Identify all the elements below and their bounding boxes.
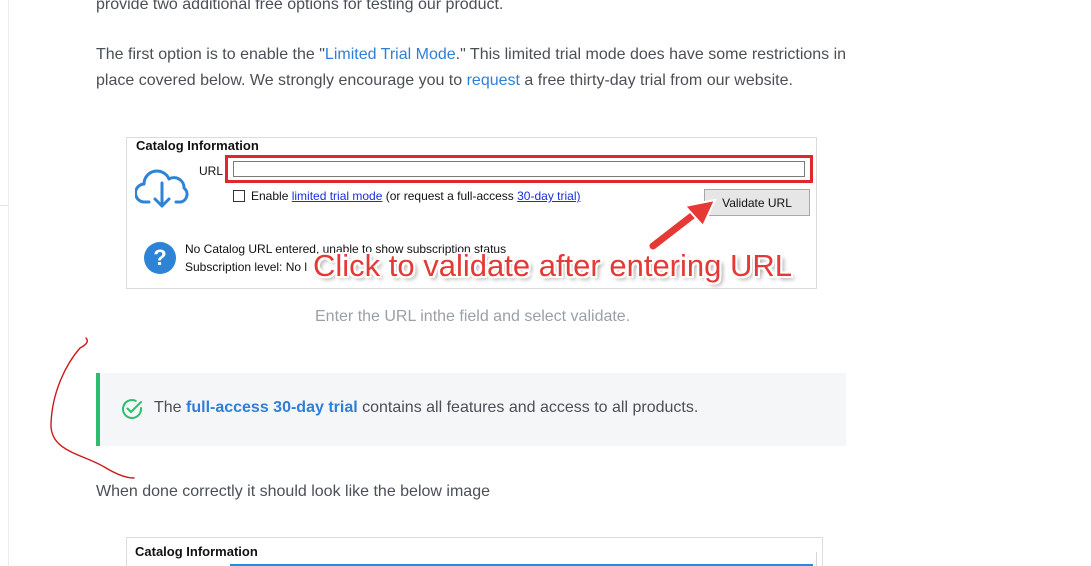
option-text-3: a free thirty-day trial from our website… <box>519 72 793 89</box>
validate-callout: Click to validate after entering URL <box>313 248 793 283</box>
status-line-2: Subscription level: No l <box>185 260 308 274</box>
url-label: URL <box>199 164 224 178</box>
catalog-info-screenshot-2: Catalog Information <box>126 537 823 566</box>
question-icon: ? <box>144 242 176 274</box>
check-circle-icon <box>122 399 142 419</box>
enable-prefix: Enable <box>251 189 292 203</box>
thirty-day-trial-inline-link[interactable]: 30-day trial) <box>517 189 580 203</box>
cloud-download-icon <box>135 169 189 208</box>
done-text: When done correctly it should look like … <box>96 483 490 500</box>
limited-trial-mode-link[interactable]: Limited Trial Mode <box>325 46 456 63</box>
limited-trial-mode-inline-link[interactable]: limited trial mode <box>292 189 383 203</box>
catalog-info-legend: Catalog Information <box>136 138 261 153</box>
url-field-highlight <box>225 155 813 183</box>
request-link[interactable]: request <box>467 72 520 89</box>
option-paragraph: The first option is to enable the "Limit… <box>96 42 856 94</box>
left-rule <box>8 0 9 566</box>
intro-tail: provide two additional free options for … <box>96 0 504 13</box>
tip-suffix: contains all features and access to all … <box>357 399 699 416</box>
enable-option-text: Enable limited trial mode (or request a … <box>251 189 580 203</box>
frame-rule <box>816 552 817 566</box>
tip-text: The full-access 30-day trial contains al… <box>154 399 698 417</box>
tip-prefix: The <box>154 399 187 416</box>
enable-mid: (or request a full-access <box>382 189 518 203</box>
limited-trial-checkbox[interactable] <box>233 190 245 202</box>
figure-caption: Enter the URL inthe field and select val… <box>315 308 631 325</box>
tip-callout: The full-access 30-day trial contains al… <box>96 373 846 446</box>
catalog-info-screenshot: Catalog Information URL Enable limited t… <box>126 137 817 289</box>
left-tick <box>0 205 8 206</box>
option-text-1: The first option is to enable the " <box>96 46 325 63</box>
url-input[interactable] <box>233 161 805 177</box>
catalog-info-legend-2: Catalog Information <box>135 544 258 559</box>
full-access-trial-link[interactable]: full-access 30-day trial <box>186 399 358 416</box>
red-arrow-icon <box>647 198 717 252</box>
